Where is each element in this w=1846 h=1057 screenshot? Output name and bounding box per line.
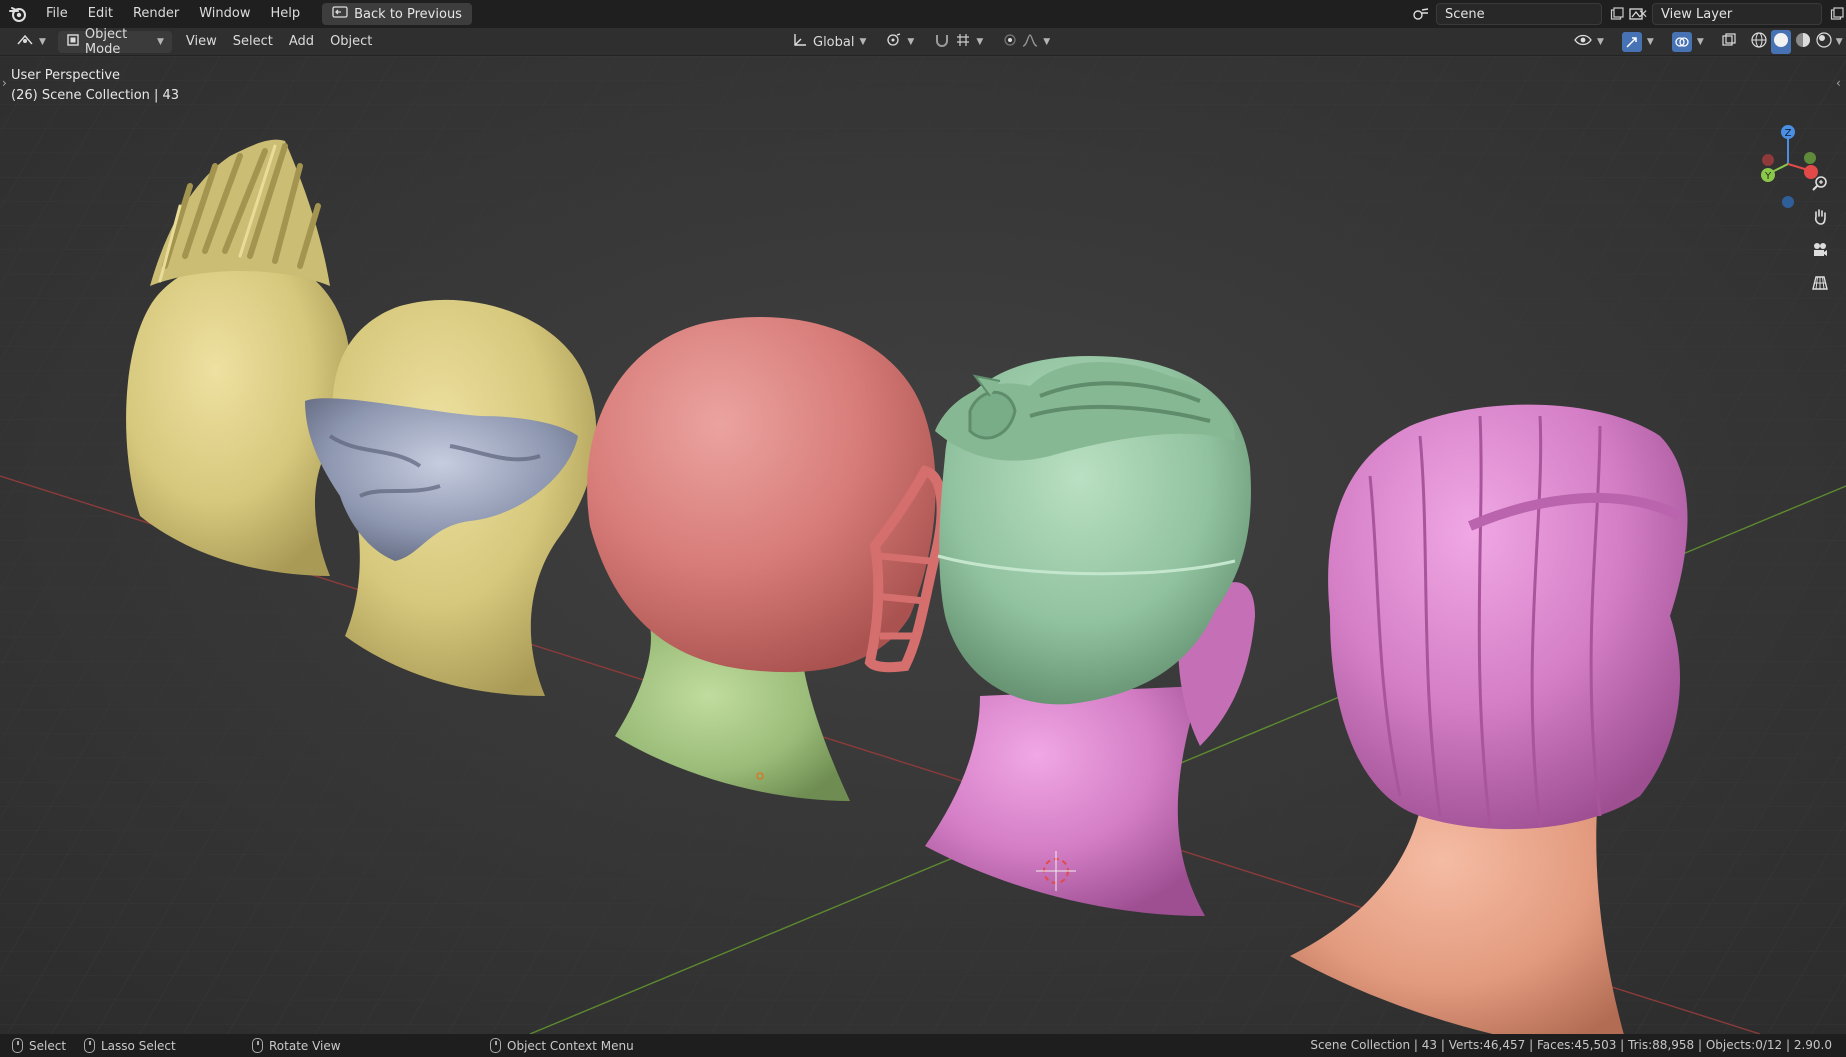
viewport-display-tools: ▼ ▼ ▼ ▼ <box>1566 30 1846 54</box>
gizmo-y-label: Y <box>1764 171 1772 182</box>
orientation-label: Global <box>813 34 855 50</box>
scene-name-field[interactable]: Scene <box>1436 3 1602 25</box>
editor-type-button[interactable]: ▼ <box>8 31 54 53</box>
status-rotate-hint: Rotate View <box>252 1038 341 1053</box>
orientation-axes-icon <box>792 33 808 51</box>
scene-name: Scene <box>1445 6 1485 22</box>
pivot-point-icon <box>886 33 902 51</box>
chevron-down-icon: ▼ <box>1597 37 1604 47</box>
menu-edit[interactable]: Edit <box>78 0 123 28</box>
perspective-toggle-grid-icon[interactable] <box>1806 269 1834 297</box>
magnet-icon <box>934 33 950 51</box>
transform-orientation-dropdown[interactable]: Global ▼ <box>784 31 874 53</box>
sidebar-toggle-chevron-left-icon[interactable]: ‹ <box>1836 76 1841 90</box>
material-shading-icon[interactable] <box>1794 31 1812 53</box>
mouse-drag-icon <box>84 1038 95 1053</box>
menu-help[interactable]: Help <box>261 0 311 28</box>
overlay-circles-icon <box>1671 32 1692 52</box>
shading-mode-group: ▼ <box>1746 30 1846 54</box>
pan-hand-icon[interactable] <box>1806 203 1834 231</box>
mouse-left-icon <box>12 1038 23 1053</box>
camera-view-icon[interactable] <box>1806 236 1834 264</box>
status-select-hint: Select <box>12 1038 66 1053</box>
toolbar-toggle-chevron-right-icon[interactable]: › <box>2 76 7 90</box>
gizmo-arrow-icon <box>1621 32 1642 52</box>
object-mode-label: Object Mode <box>84 26 128 57</box>
chevron-down-icon: ▼ <box>907 37 915 47</box>
chevron-down-icon: ▼ <box>1696 37 1704 47</box>
collection-info-label: (26) Scene Collection | 43 <box>11 88 180 103</box>
solid-shading-icon[interactable] <box>1770 30 1791 54</box>
chevron-down-icon: ▼ <box>157 36 164 47</box>
scene-statistics: Scene Collection | 43 | Verts:46,457 | F… <box>1310 1038 1832 1052</box>
status-bar: Select Lasso Select Rotate View Object C… <box>0 1034 1846 1057</box>
view-layer-name: View Layer <box>1661 6 1733 22</box>
3d-viewport[interactable]: User Perspective (26) Scene Collection |… <box>0 56 1846 1034</box>
status-context-hint: Object Context Menu <box>490 1038 634 1053</box>
viewport-info-overlay: User Perspective (26) Scene Collection |… <box>11 66 179 106</box>
falloff-curve-icon <box>1022 33 1038 51</box>
snap-grid-icon <box>955 33 971 51</box>
gizmo-neg-y-axis[interactable] <box>1804 152 1816 164</box>
back-to-previous-button[interactable]: Back to Previous <box>322 3 472 25</box>
rendered-shading-icon[interactable] <box>1815 31 1833 53</box>
menu-view[interactable]: View <box>178 31 225 53</box>
status-rotate-label: Rotate View <box>269 1038 341 1053</box>
view-layer-selector: View Layer ✕ <box>1626 3 1846 25</box>
perspective-label: User Perspective <box>11 68 121 83</box>
chevron-down-icon: ▼ <box>859 37 867 47</box>
blender-logo-icon[interactable] <box>0 0 36 28</box>
gizmo-neg-z-axis[interactable] <box>1782 196 1794 208</box>
navigation-gizmo[interactable]: Z Y <box>1748 122 1828 212</box>
menu-select[interactable]: Select <box>225 31 281 53</box>
screen-back-icon <box>332 6 348 22</box>
chevron-down-icon: ▼ <box>1646 37 1654 47</box>
menu-render[interactable]: Render <box>123 0 189 28</box>
pivot-point-dropdown[interactable]: ▼ <box>878 31 922 53</box>
view-layer-icon[interactable] <box>1626 3 1648 25</box>
zoom-icon[interactable] <box>1806 170 1834 198</box>
overlays-toggle[interactable]: ▼ <box>1664 31 1712 53</box>
view-layer-field[interactable]: View Layer <box>1652 3 1822 25</box>
chevron-down-icon: ▼ <box>1043 37 1051 47</box>
proportional-editing-toggle[interactable]: ▼ <box>995 31 1058 53</box>
scene-icon[interactable] <box>1410 3 1432 25</box>
status-lasso-hint: Lasso Select <box>84 1038 176 1053</box>
transform-tools: Global ▼ ▼ ▼ ▼ <box>784 31 1058 53</box>
chevron-down-icon[interactable]: ▼ <box>1836 37 1843 47</box>
menu-window[interactable]: Window <box>189 0 260 28</box>
status-lasso-label: Lasso Select <box>101 1038 176 1053</box>
mouse-right-icon <box>490 1038 501 1053</box>
viewport-scene-canvas[interactable] <box>0 56 1846 1034</box>
xray-icon <box>1722 33 1736 51</box>
object-mode-dropdown[interactable]: Object Mode ▼ <box>57 27 172 57</box>
xray-toggle[interactable] <box>1714 31 1744 53</box>
status-context-label: Object Context Menu <box>507 1038 634 1053</box>
scene-selector: Scene ✕ <box>1410 3 1654 25</box>
visibility-dropdown[interactable]: ▼ <box>1566 31 1612 53</box>
back-to-previous-label: Back to Previous <box>354 6 462 22</box>
new-scene-icon[interactable] <box>1606 3 1628 25</box>
top-menu-bar: File Edit Render Window Help Back to Pre… <box>0 0 1846 28</box>
gizmo-neg-x-axis[interactable] <box>1762 154 1774 166</box>
menu-add[interactable]: Add <box>281 31 322 53</box>
editor-type-icon <box>16 33 34 51</box>
snap-toggle[interactable]: ▼ <box>926 31 991 53</box>
gizmo-z-label: Z <box>1785 128 1792 139</box>
menu-object[interactable]: Object <box>322 31 380 53</box>
gizmo-toggle[interactable]: ▼ <box>1614 31 1662 53</box>
mouse-middle-icon <box>252 1038 263 1053</box>
status-select-label: Select <box>29 1038 67 1053</box>
object-mode-icon <box>66 33 80 51</box>
menu-file[interactable]: File <box>36 0 78 28</box>
chevron-down-icon: ▼ <box>976 37 984 47</box>
chevron-down-icon: ▼ <box>39 36 46 47</box>
wireframe-shading-icon[interactable] <box>1750 31 1768 53</box>
proportional-edit-icon <box>1003 33 1017 51</box>
eye-icon <box>1574 33 1592 51</box>
new-view-layer-icon[interactable] <box>1826 3 1846 25</box>
